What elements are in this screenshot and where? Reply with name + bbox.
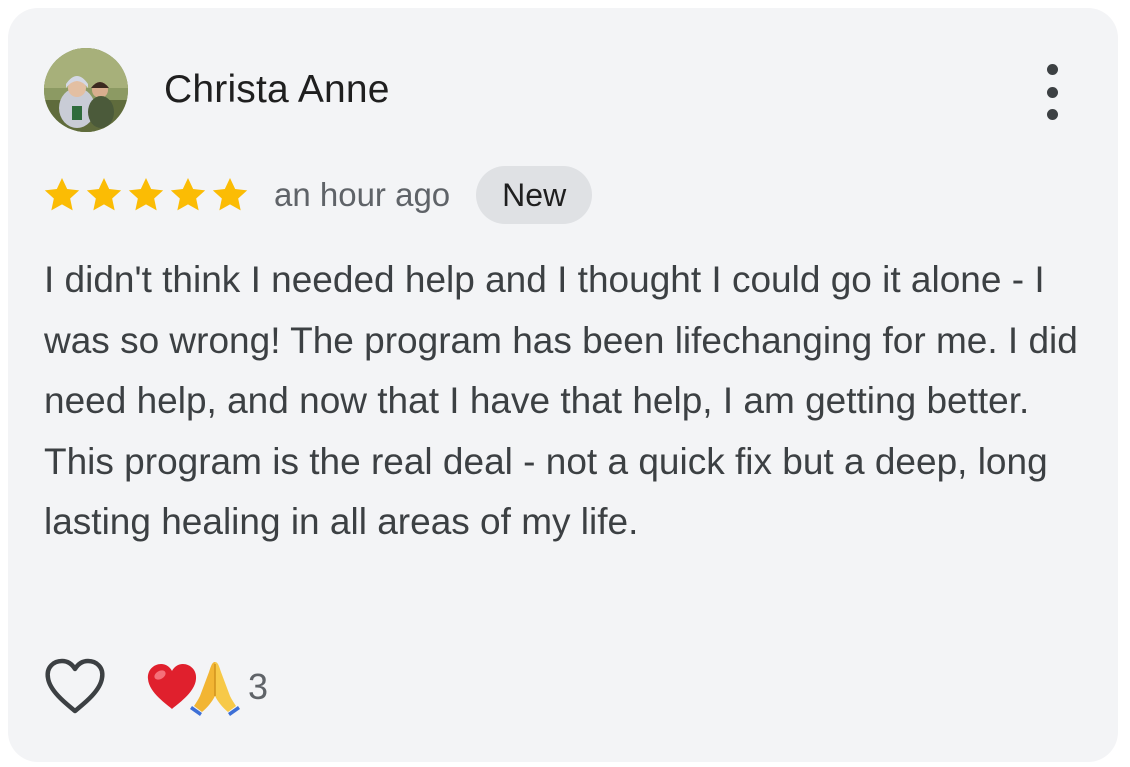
rating-row: an hour ago New (42, 164, 593, 226)
star-icon (126, 175, 166, 215)
reactions[interactable]: 3 (146, 658, 268, 716)
star-icon (84, 175, 124, 215)
more-vert-icon-dot (1046, 109, 1058, 120)
folded-hands-emoji (190, 662, 240, 716)
avatar[interactable] (44, 48, 128, 132)
review-text: I didn't think I needed help and I thoug… (44, 259, 1078, 542)
star-icon (168, 175, 208, 215)
avatar-photo (44, 48, 128, 132)
star-rating (42, 175, 250, 215)
more-vert-icon-dot (1046, 86, 1058, 98)
reaction-count: 3 (248, 666, 269, 707)
review-time: an hour ago (274, 176, 451, 213)
review-actions: 3 (44, 652, 268, 722)
more-options-button[interactable] (1038, 64, 1066, 120)
like-button[interactable] (44, 658, 106, 716)
star-icon (210, 175, 250, 215)
author-name[interactable]: Christa Anne (164, 66, 390, 114)
new-badge: New (476, 166, 593, 224)
more-vert-icon (1046, 64, 1058, 75)
star-icon (42, 175, 82, 215)
heart-outline-icon (45, 658, 105, 714)
review-card: Christa Anne an hour ago New I didn't th… (8, 8, 1118, 762)
